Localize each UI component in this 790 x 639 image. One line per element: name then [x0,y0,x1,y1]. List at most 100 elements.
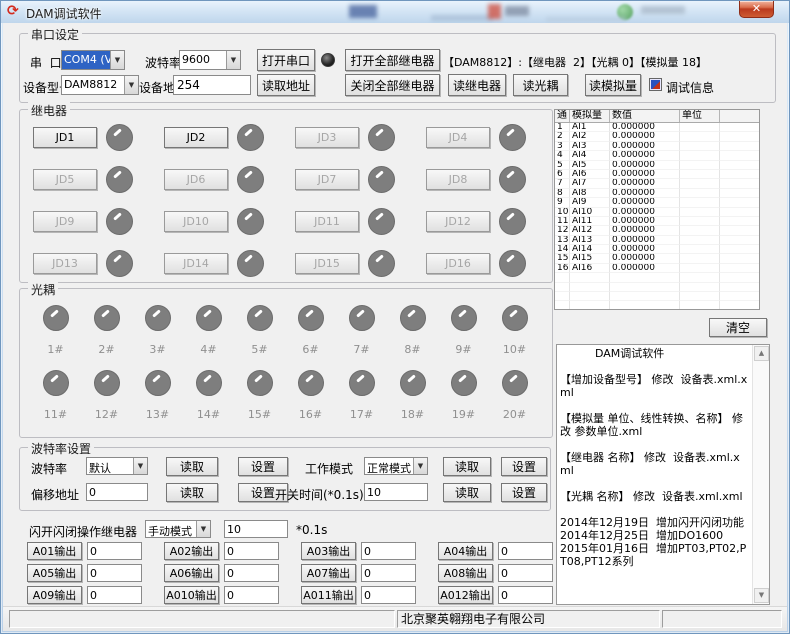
chevron-down-icon[interactable]: ▼ [133,458,147,474]
output-button-a02[interactable]: A02输出 [164,542,219,560]
output-button-a06[interactable]: A06输出 [164,564,219,582]
table-row[interactable]: 15AI150.000000 [555,254,759,263]
table-row[interactable]: 6AI60.000000 [555,170,759,179]
close-all-relays-button[interactable]: 关闭全部继电器 [345,74,440,96]
debug-info-icon[interactable] [649,78,662,91]
offset-address-field[interactable] [86,483,148,501]
relay-indicator-icon [499,166,526,193]
table-row[interactable]: 16AI160.000000 [555,264,759,273]
chevron-down-icon[interactable]: ▼ [110,51,124,69]
output-value-field[interactable] [87,542,142,560]
baud-combobox[interactable]: 9600 ▼ [179,50,241,70]
relay-button-jd1[interactable]: JD1 [33,127,97,148]
output-value-field[interactable] [87,564,142,582]
close-button[interactable]: ✕ [739,1,774,18]
relay-button-jd11[interactable]: JD11 [295,211,359,232]
table-row[interactable]: 13AI130.000000 [555,236,759,245]
output-button-a09[interactable]: A09输出 [27,586,82,604]
chevron-down-icon[interactable]: ▼ [413,458,427,474]
relay-button-jd5[interactable]: JD5 [33,169,97,190]
table-row[interactable]: 7AI70.000000 [555,179,759,188]
cell-value: 0.000000 [610,254,680,263]
opto-indicator-icon [196,305,222,331]
output-button-a08[interactable]: A08输出 [438,564,493,582]
output-button-a04[interactable]: A04输出 [438,542,493,560]
table-row[interactable]: 3AI30.000000 [555,142,759,151]
chevron-down-icon[interactable]: ▼ [196,521,210,537]
output-button-a07[interactable]: A07输出 [301,564,356,582]
read-relays-button[interactable]: 读继电器 [448,74,506,96]
switch-time-field[interactable] [364,483,428,501]
output-value-field[interactable] [498,586,553,604]
relay-button-jd12[interactable]: JD12 [426,211,490,232]
table-row[interactable]: 10AI100.000000 [555,208,759,217]
flash-time-field[interactable] [224,520,288,538]
work-mode-set-button[interactable]: 设置 [501,457,547,476]
output-value-field[interactable] [87,586,142,604]
output-value-field[interactable] [361,542,416,560]
relay-button-jd16[interactable]: JD16 [426,253,490,274]
relay-button-jd9[interactable]: JD9 [33,211,97,232]
work-mode-combobox[interactable]: 正常模式 ▼ [364,457,428,475]
relay-button-jd4[interactable]: JD4 [426,127,490,148]
clear-button[interactable]: 清空 [709,318,767,337]
table-row[interactable]: 1AI10.000000 [555,123,759,132]
output-value-field[interactable] [498,542,553,560]
relay-button-jd3[interactable]: JD3 [295,127,359,148]
flash-mode-combobox[interactable]: 手动模式 ▼ [145,520,211,538]
table-row[interactable]: 12AI120.000000 [555,226,759,235]
relay-button-jd10[interactable]: JD10 [164,211,228,232]
relay-button-jd15[interactable]: JD15 [295,253,359,274]
output-value-field[interactable] [224,564,279,582]
relay-button-jd13[interactable]: JD13 [33,253,97,274]
output-button-a01[interactable]: A01输出 [27,542,82,560]
open-all-relays-button[interactable]: 打开全部继电器 [345,49,440,71]
titlebar[interactable]: ⟳ DAM调试软件 ✕ [1,1,789,23]
table-row[interactable]: 2AI20.000000 [555,132,759,141]
scroll-up-icon[interactable]: ▲ [754,346,769,361]
table-row[interactable]: 5AI50.000000 [555,161,759,170]
output-value-field[interactable] [224,586,279,604]
switch-time-read-button[interactable]: 读取 [443,483,491,502]
read-opto-button[interactable]: 读光耦 [513,74,568,96]
cell-value: 0.000000 [610,142,680,151]
output-value-field[interactable] [224,542,279,560]
output-value-field[interactable] [498,564,553,582]
port-combobox[interactable]: COM4 (V) ▼ [61,50,125,70]
read-analog-button[interactable]: 读模拟量 [585,74,641,96]
table-row[interactable]: 8AI80.000000 [555,189,759,198]
output-button-a05[interactable]: A05输出 [27,564,82,582]
model-combobox[interactable]: DAM8812 ▼ [61,75,139,95]
cell-channel: 7 [555,179,570,188]
table-row[interactable]: 4AI40.000000 [555,151,759,160]
chevron-down-icon[interactable]: ▼ [226,51,240,69]
output-value-field[interactable] [361,586,416,604]
relay-button-jd6[interactable]: JD6 [164,169,228,190]
cell-value: 0.000000 [610,208,680,217]
output-button-a011[interactable]: A011输出 [301,586,356,604]
baud-read-button[interactable]: 读取 [166,457,218,476]
log-scrollbar[interactable]: ▲ ▼ [752,345,769,604]
table-row[interactable]: 9AI90.000000 [555,198,759,207]
table-row[interactable]: 14AI140.000000 [555,245,759,254]
relay-button-jd14[interactable]: JD14 [164,253,228,274]
chevron-down-icon[interactable]: ▼ [124,76,138,94]
work-mode-read-button[interactable]: 读取 [443,457,491,476]
scroll-down-icon[interactable]: ▼ [754,588,769,603]
output-value-field[interactable] [361,564,416,582]
cell-name: AI4 [570,151,610,160]
output-button-a03[interactable]: A03输出 [301,542,356,560]
baud-setting-combobox[interactable]: 默认 ▼ [86,457,148,475]
output-button-a010[interactable]: A010输出 [164,586,219,604]
read-address-button[interactable]: 读取地址 [257,74,315,96]
relay-button-jd2[interactable]: JD2 [164,127,228,148]
switch-time-set-button[interactable]: 设置 [501,483,547,502]
relay-button-jd8[interactable]: JD8 [426,169,490,190]
baud-set-button[interactable]: 设置 [238,457,288,476]
output-button-a012[interactable]: A012输出 [438,586,493,604]
table-row[interactable]: 11AI110.000000 [555,217,759,226]
address-field[interactable] [173,75,251,95]
open-port-button[interactable]: 打开串口 [257,49,315,71]
relay-button-jd7[interactable]: JD7 [295,169,359,190]
offset-read-button[interactable]: 读取 [166,483,218,502]
